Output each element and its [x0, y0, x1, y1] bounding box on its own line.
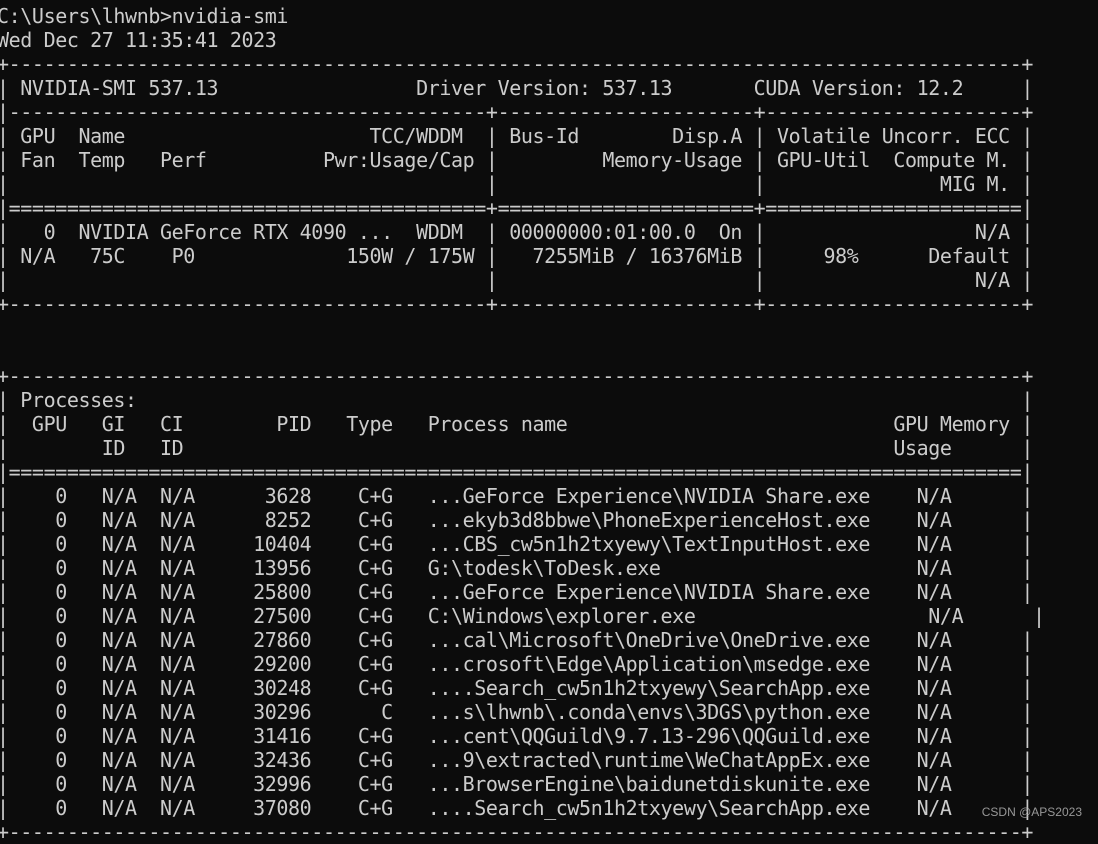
process-row: | 0 N/A N/A 8252 C+G ...ekyb3d8bbwe\Phon…	[0, 508, 1034, 532]
process-table-border-bottom: +---------------------------------------…	[0, 820, 1034, 844]
process-row: | 0 N/A N/A 32436 C+G ...9\extracted\run…	[0, 748, 1034, 772]
gpu-row-1: | 0 NVIDIA GeForce RTX 4090 ... WDDM | 0…	[0, 220, 1034, 244]
process-row: | 0 N/A N/A 3628 C+G ...GeForce Experien…	[0, 484, 1034, 508]
timestamp: Wed Dec 27 11:35:41 2023	[0, 28, 277, 52]
process-row: | 0 N/A N/A 30296 C ...s\lhwnb\.conda\en…	[0, 700, 1034, 724]
blank-line	[0, 316, 1098, 340]
processes-title: | Processes: |	[0, 388, 1034, 412]
process-row: | 0 N/A N/A 25800 C+G ...GeForce Experie…	[0, 580, 1034, 604]
version-header: | NVIDIA-SMI 537.13 Driver Version: 537.…	[0, 76, 1034, 100]
gpu-table-border-bottom: +---------------------------------------…	[0, 292, 1034, 316]
process-row: | 0 N/A N/A 32996 C+G ...BrowserEngine\b…	[0, 772, 1034, 796]
table-border-top: +---------------------------------------…	[0, 52, 1034, 76]
gpu-column-separator: |=======================================…	[0, 196, 1034, 220]
process-row: | 0 N/A N/A 13956 C+G G:\todesk\ToDesk.e…	[0, 556, 1034, 580]
watermark: CSDN @APS2023	[981, 805, 1082, 819]
process-row: | 0 N/A N/A 27500 C+G C:\Windows\explore…	[0, 604, 1045, 628]
process-row: | 0 N/A N/A 27860 C+G ...cal\Microsoft\O…	[0, 628, 1034, 652]
command-prompt: C:\Users\lhwnb>nvidia-smi	[0, 4, 289, 28]
gpu-row-3: | | | N/A |	[0, 268, 1034, 292]
header-separator: |---------------------------------------…	[0, 100, 1034, 124]
gpu-column-header-1: | GPU Name TCC/WDDM | Bus-Id Disp.A | Vo…	[0, 124, 1034, 148]
gpu-column-header-3: | | | MIG M. |	[0, 172, 1034, 196]
process-row: | 0 N/A N/A 37080 C+G ....Search_cw5n1h2…	[0, 796, 1034, 820]
blank-line	[0, 340, 1098, 364]
process-column-separator: |=======================================…	[0, 460, 1034, 484]
process-column-header-2: | ID ID Usage |	[0, 436, 1034, 460]
process-row: | 0 N/A N/A 30248 C+G ....Search_cw5n1h2…	[0, 676, 1034, 700]
process-row: | 0 N/A N/A 31416 C+G ...cent\QQGuild\9.…	[0, 724, 1034, 748]
process-row: | 0 N/A N/A 29200 C+G ...crosoft\Edge\Ap…	[0, 652, 1034, 676]
process-row: | 0 N/A N/A 10404 C+G ...CBS_cw5n1h2txye…	[0, 532, 1034, 556]
gpu-column-header-2: | Fan Temp Perf Pwr:Usage/Cap | Memory-U…	[0, 148, 1034, 172]
gpu-row-2: | N/A 75C P0 150W / 175W | 7255MiB / 163…	[0, 244, 1034, 268]
process-table-border-top: +---------------------------------------…	[0, 364, 1034, 388]
terminal-window[interactable]: C:\Users\lhwnb>nvidia-smi Wed Dec 27 11:…	[0, 4, 1098, 844]
process-column-header-1: | GPU GI CI PID Type Process name GPU Me…	[0, 412, 1034, 436]
